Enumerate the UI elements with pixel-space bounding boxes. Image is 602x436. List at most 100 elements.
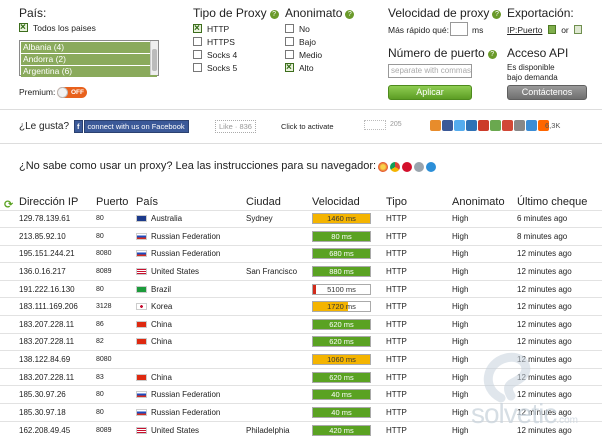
chrome-icon[interactable] xyxy=(390,162,400,172)
type-cell: HTTP xyxy=(386,267,407,277)
facebook-icon: f xyxy=(74,120,83,133)
column-header[interactable]: Dirección IP xyxy=(19,194,96,210)
column-header[interactable]: Puerto xyxy=(96,194,136,210)
help-icon[interactable]: ? xyxy=(345,10,355,19)
help-icon[interactable]: ? xyxy=(492,10,502,19)
column-header[interactable]: Velocidad xyxy=(312,194,386,210)
port-filter-title-text: Número de puerto xyxy=(388,46,485,60)
column-header[interactable]: Último cheque xyxy=(517,194,602,210)
faster-than-label: Más rápido qué: xyxy=(388,25,449,35)
safari-icon[interactable] xyxy=(414,162,424,172)
type-cell: HTTP xyxy=(386,407,407,417)
flag-icon xyxy=(136,408,147,416)
checkbox[interactable] xyxy=(193,22,202,35)
all-countries-checkbox[interactable] xyxy=(19,21,28,34)
speed-value: 620 ms xyxy=(329,337,354,347)
ip-cell: 183.207.228.11 xyxy=(19,319,75,329)
type-label: HTTPS xyxy=(207,37,235,47)
all-countries-option[interactable]: Todos los paises xyxy=(19,21,96,35)
premium-toggle[interactable]: OFF xyxy=(57,87,87,98)
share-icon[interactable] xyxy=(466,120,477,131)
facebook-share-icon[interactable] xyxy=(442,120,453,131)
ie-icon[interactable] xyxy=(426,162,436,172)
table-header-row: Dirección IP Puerto País Ciudad Velocida… xyxy=(0,194,602,210)
row-spacer xyxy=(0,245,19,263)
type-option-socks4[interactable]: Socks 4 xyxy=(193,49,237,62)
opera-icon[interactable] xyxy=(402,162,412,172)
share-icon[interactable] xyxy=(430,120,441,131)
type-option-http[interactable]: HTTP xyxy=(193,22,237,36)
country-cell: Korea xyxy=(136,298,246,316)
type-option-socks5[interactable]: Socks 5 xyxy=(193,62,237,75)
checkbox[interactable] xyxy=(285,61,294,74)
country-option[interactable]: Andorra (2) xyxy=(21,54,157,65)
country-option[interactable]: Albania (4) xyxy=(21,42,157,53)
speed-filter-title: Velocidad de proxy? xyxy=(388,6,502,20)
table-row: 183.111.169.206 3128 Korea 1720 ms HTTP High 1… xyxy=(0,297,602,316)
checkbox[interactable] xyxy=(285,50,294,59)
ip-cell: 213.85.92.10 xyxy=(19,231,66,241)
help-icon[interactable]: ? xyxy=(487,50,497,59)
anon-option-no[interactable]: No xyxy=(285,23,322,36)
last-check-cell: 6 minutes ago xyxy=(517,214,568,224)
share-icon[interactable] xyxy=(490,120,501,131)
share-icon[interactable] xyxy=(502,120,513,131)
city-cell xyxy=(246,351,312,369)
speed-value: 40 ms xyxy=(331,407,352,417)
country-listbox[interactable]: Albania (4) Andorra (2) Argentina (6) xyxy=(19,40,159,77)
speed-bar: 1720 ms xyxy=(312,301,371,313)
column-header[interactable]: País xyxy=(136,194,246,210)
port-cell: 80 xyxy=(96,232,104,240)
country-list-scrollbar[interactable] xyxy=(150,41,158,75)
anon-cell: High xyxy=(452,319,469,329)
country-name: China xyxy=(151,372,172,382)
city-cell xyxy=(246,386,312,404)
city-cell xyxy=(246,298,312,316)
checkbox[interactable] xyxy=(285,24,294,33)
gplus-widget[interactable] xyxy=(364,120,386,130)
type-option-https[interactable]: HTTPS xyxy=(193,36,237,49)
column-header[interactable]: Tipo xyxy=(386,194,452,210)
speed-input[interactable] xyxy=(450,22,468,36)
share-icon[interactable] xyxy=(478,120,489,131)
firefox-icon[interactable] xyxy=(378,162,388,172)
anon-option-bajo[interactable]: Bajo xyxy=(285,36,322,49)
type-cell: HTTP xyxy=(386,284,407,294)
twitter-share-icon[interactable] xyxy=(454,120,465,131)
checkbox[interactable] xyxy=(193,50,202,59)
column-header[interactable]: Anonimato xyxy=(452,194,517,210)
anon-option-alto[interactable]: Alto xyxy=(285,61,322,75)
help-icon[interactable]: ? xyxy=(269,10,279,19)
type-label: HTTP xyxy=(207,24,230,34)
share-icon[interactable] xyxy=(514,120,525,131)
export-ip-port-link[interactable]: IP:Puerto xyxy=(507,25,542,35)
share-icon[interactable] xyxy=(526,120,537,131)
column-header[interactable]: Ciudad xyxy=(246,194,312,210)
api-line-1: Es disponible xyxy=(507,63,555,72)
api-title: Acceso API xyxy=(507,46,569,60)
type-cell: HTTP xyxy=(386,231,407,241)
ip-cell: 138.122.84.69 xyxy=(19,355,71,365)
country-option[interactable]: Argentina (6) xyxy=(21,66,157,77)
flag-icon xyxy=(136,303,147,311)
apply-button[interactable]: Aplicar xyxy=(388,85,472,100)
checkbox[interactable] xyxy=(193,37,202,46)
facebook-connect[interactable]: f connect with us on Facebook xyxy=(74,120,189,133)
tweet-count: 205 xyxy=(390,121,402,128)
contact-button[interactable]: Contáctenos xyxy=(507,85,587,100)
last-check-cell: 12 minutes ago xyxy=(517,267,572,277)
export-doc-icon[interactable] xyxy=(574,25,583,34)
city-cell xyxy=(246,280,312,298)
ip-cell: 195.151.244.21 xyxy=(19,249,75,259)
country-cell: Russian Federation xyxy=(136,404,246,422)
type-cell: HTTP xyxy=(386,355,407,365)
checkbox[interactable] xyxy=(193,63,202,72)
export-file-icon[interactable] xyxy=(547,25,556,34)
port-input[interactable]: separate with commas xyxy=(388,64,472,78)
anonymity-title-text: Anonimato xyxy=(285,6,343,20)
row-spacer xyxy=(0,421,19,436)
type-cell: HTTP xyxy=(386,214,407,224)
share-count: 6,3K xyxy=(545,121,561,130)
checkbox[interactable] xyxy=(285,37,294,46)
facebook-like-widget[interactable]: Like · 836 xyxy=(215,120,256,133)
